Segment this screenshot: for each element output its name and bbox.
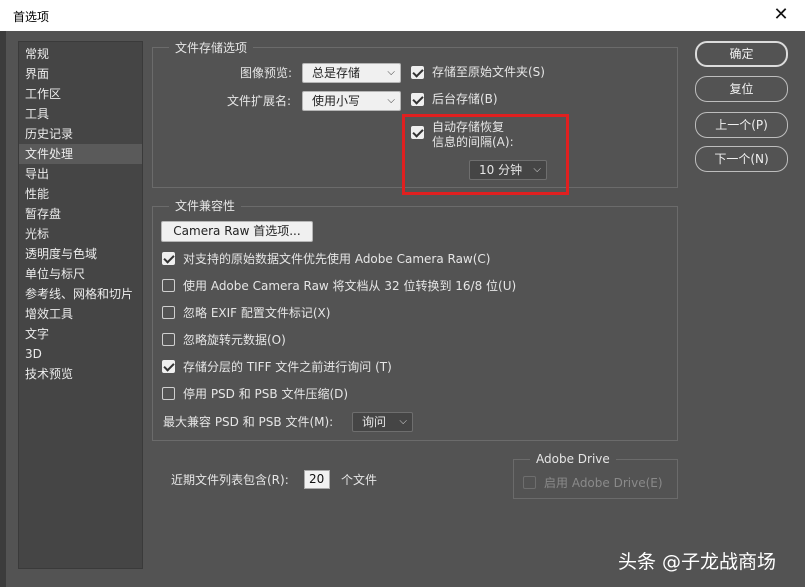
ignore-rotation-checkbox[interactable] bbox=[162, 333, 175, 346]
sidebar-item-workspace[interactable]: 工作区 bbox=[19, 84, 142, 104]
save-original-checkbox[interactable] bbox=[411, 66, 424, 79]
convert-32bit-checkbox[interactable] bbox=[162, 279, 175, 292]
image-preview-label: 图像预览: bbox=[240, 66, 293, 80]
chevron-down-icon: ⌵ bbox=[387, 95, 395, 106]
image-preview-value: 总是存储 bbox=[312, 66, 361, 80]
close-icon[interactable]: ✕ bbox=[771, 5, 791, 25]
title-bar: 首选项 ✕ bbox=[0, 0, 805, 31]
background-save-label: 后台存储(B) bbox=[432, 92, 498, 106]
ok-button[interactable]: 确定 bbox=[695, 41, 788, 67]
compatibility-title: 文件兼容性 bbox=[169, 199, 242, 213]
sidebar: 常规 界面 工作区 工具 历史记录 文件处理 导出 性能 暂存盘 光标 透明度与… bbox=[18, 41, 143, 569]
image-preview-dropdown[interactable]: 总是存储 ⌵ bbox=[302, 63, 401, 83]
extension-label: 文件扩展名: bbox=[227, 94, 292, 108]
ignore-exif-checkbox[interactable] bbox=[162, 306, 175, 319]
prefer-camera-raw-label: 对支持的原始数据文件优先使用 Adobe Camera Raw(C) bbox=[183, 252, 491, 266]
sidebar-item-3d[interactable]: 3D bbox=[19, 344, 142, 364]
ignore-rotation-label: 忽略旋转元数据(O) bbox=[183, 333, 286, 347]
sidebar-item-guides[interactable]: 参考线、网格和切片 bbox=[19, 284, 142, 304]
previous-button[interactable]: 上一个(P) bbox=[695, 112, 788, 138]
convert-32bit-label: 使用 Adobe Camera Raw 将文档从 32 位转换到 16/8 位(… bbox=[183, 279, 517, 293]
enable-adobe-drive-checkbox[interactable] bbox=[523, 476, 536, 489]
sidebar-item-interface[interactable]: 界面 bbox=[19, 64, 142, 84]
extension-dropdown[interactable]: 使用小写 ⌵ bbox=[302, 91, 401, 111]
background-save-checkbox[interactable] bbox=[411, 93, 424, 106]
sidebar-item-units[interactable]: 单位与标尺 bbox=[19, 264, 142, 284]
sidebar-item-file-handling[interactable]: 文件处理 bbox=[19, 144, 142, 164]
file-saving-title: 文件存储选项 bbox=[169, 41, 254, 55]
disable-compression-label: 停用 PSD 和 PSB 文件压缩(D) bbox=[183, 387, 349, 401]
save-original-label: 存储至原始文件夹(S) bbox=[432, 65, 545, 79]
recent-files-label: 近期文件列表包含(R): bbox=[171, 473, 289, 487]
max-compat-dropdown[interactable]: 询问 ⌵ bbox=[352, 412, 413, 432]
sidebar-item-tech-preview[interactable]: 技术预览 bbox=[19, 364, 142, 384]
enable-adobe-drive-label: 启用 Adobe Drive(E) bbox=[544, 476, 663, 490]
disable-compression-checkbox[interactable] bbox=[162, 387, 175, 400]
next-button[interactable]: 下一个(N) bbox=[695, 146, 788, 172]
sidebar-item-scratch-disks[interactable]: 暂存盘 bbox=[19, 204, 142, 224]
ask-tiff-layers-checkbox[interactable] bbox=[162, 360, 175, 373]
ignore-exif-label: 忽略 EXIF 配置文件标记(X) bbox=[183, 306, 331, 320]
sidebar-item-plugins[interactable]: 增效工具 bbox=[19, 304, 142, 324]
watermark-text: 头条 @子龙战商场 bbox=[618, 551, 777, 573]
recent-files-suffix: 个文件 bbox=[341, 473, 378, 487]
window-title: 首选项 bbox=[13, 10, 50, 24]
max-compat-label: 最大兼容 PSD 和 PSB 文件(M): bbox=[163, 415, 334, 429]
sidebar-item-cursors[interactable]: 光标 bbox=[19, 224, 142, 244]
highlight-annotation-box bbox=[402, 114, 569, 195]
camera-raw-prefs-button[interactable]: Camera Raw 首选项... bbox=[161, 221, 313, 242]
sidebar-item-history[interactable]: 历史记录 bbox=[19, 124, 142, 144]
adobe-drive-title: Adobe Drive bbox=[530, 452, 616, 466]
sidebar-item-export[interactable]: 导出 bbox=[19, 164, 142, 184]
background-edge bbox=[0, 31, 6, 587]
sidebar-item-general[interactable]: 常规 bbox=[19, 44, 142, 64]
chevron-down-icon: ⌵ bbox=[387, 67, 395, 78]
recent-files-count-input[interactable]: 20 bbox=[304, 470, 330, 489]
sidebar-item-tools[interactable]: 工具 bbox=[19, 104, 142, 124]
chevron-down-icon: ⌵ bbox=[399, 416, 407, 427]
max-compat-value: 询问 bbox=[362, 415, 387, 429]
sidebar-item-transparency[interactable]: 透明度与色域 bbox=[19, 244, 142, 264]
sidebar-item-performance[interactable]: 性能 bbox=[19, 184, 142, 204]
prefer-camera-raw-checkbox[interactable] bbox=[162, 252, 175, 265]
sidebar-item-type[interactable]: 文字 bbox=[19, 324, 142, 344]
ask-tiff-layers-label: 存储分层的 TIFF 文件之前进行询问 (T) bbox=[183, 360, 392, 374]
reset-button[interactable]: 复位 bbox=[695, 76, 788, 102]
extension-value: 使用小写 bbox=[312, 94, 361, 108]
